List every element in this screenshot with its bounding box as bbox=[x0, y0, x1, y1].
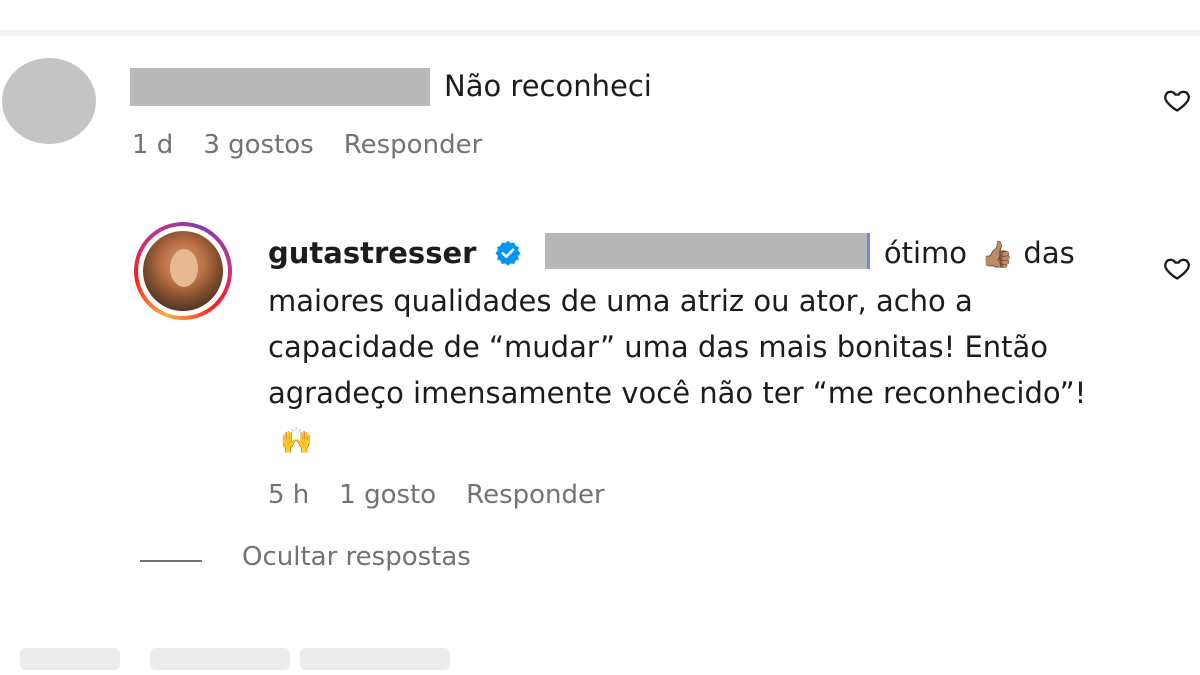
hide-replies-button[interactable]: Ocultar respostas bbox=[242, 542, 471, 572]
reply-text-part1: ótimo bbox=[883, 236, 968, 270]
avatar[interactable] bbox=[134, 222, 232, 320]
reply-time: 5 h bbox=[268, 480, 310, 510]
parent-comment: Não reconheci 1 d 3 gostos Responder bbox=[0, 0, 1200, 180]
thumbs-up-emoji: 👍🏽 bbox=[981, 240, 1014, 270]
hide-replies-line bbox=[140, 560, 202, 562]
verified-badge-icon bbox=[495, 240, 521, 266]
mention-redacted bbox=[544, 233, 870, 269]
blurred-next-content bbox=[0, 640, 1200, 675]
reply-button[interactable]: Responder bbox=[466, 480, 605, 510]
heart-icon[interactable] bbox=[1162, 254, 1192, 282]
heart-icon[interactable] bbox=[1162, 86, 1192, 114]
comment-text: Não reconheci bbox=[444, 69, 652, 103]
profile-photo bbox=[143, 231, 223, 311]
reply-username[interactable]: gutastresser bbox=[268, 236, 476, 270]
comment-time: 1 d bbox=[132, 130, 174, 160]
reply-meta: 5 h 1 gosto Responder bbox=[268, 480, 635, 510]
reply-body: gutastresser ótimo 👍🏽 das maiores qualidad… bbox=[268, 230, 1148, 464]
reply-likes[interactable]: 1 gosto bbox=[339, 480, 436, 510]
avatar-blurred bbox=[2, 58, 96, 144]
reply-button[interactable]: Responder bbox=[344, 130, 483, 160]
username-redacted bbox=[130, 68, 430, 106]
comment-likes[interactable]: 3 gostos bbox=[203, 130, 313, 160]
raised-hands-emoji: 🙌 bbox=[280, 426, 313, 456]
comment-meta: 1 d 3 gostos Responder bbox=[132, 130, 512, 160]
